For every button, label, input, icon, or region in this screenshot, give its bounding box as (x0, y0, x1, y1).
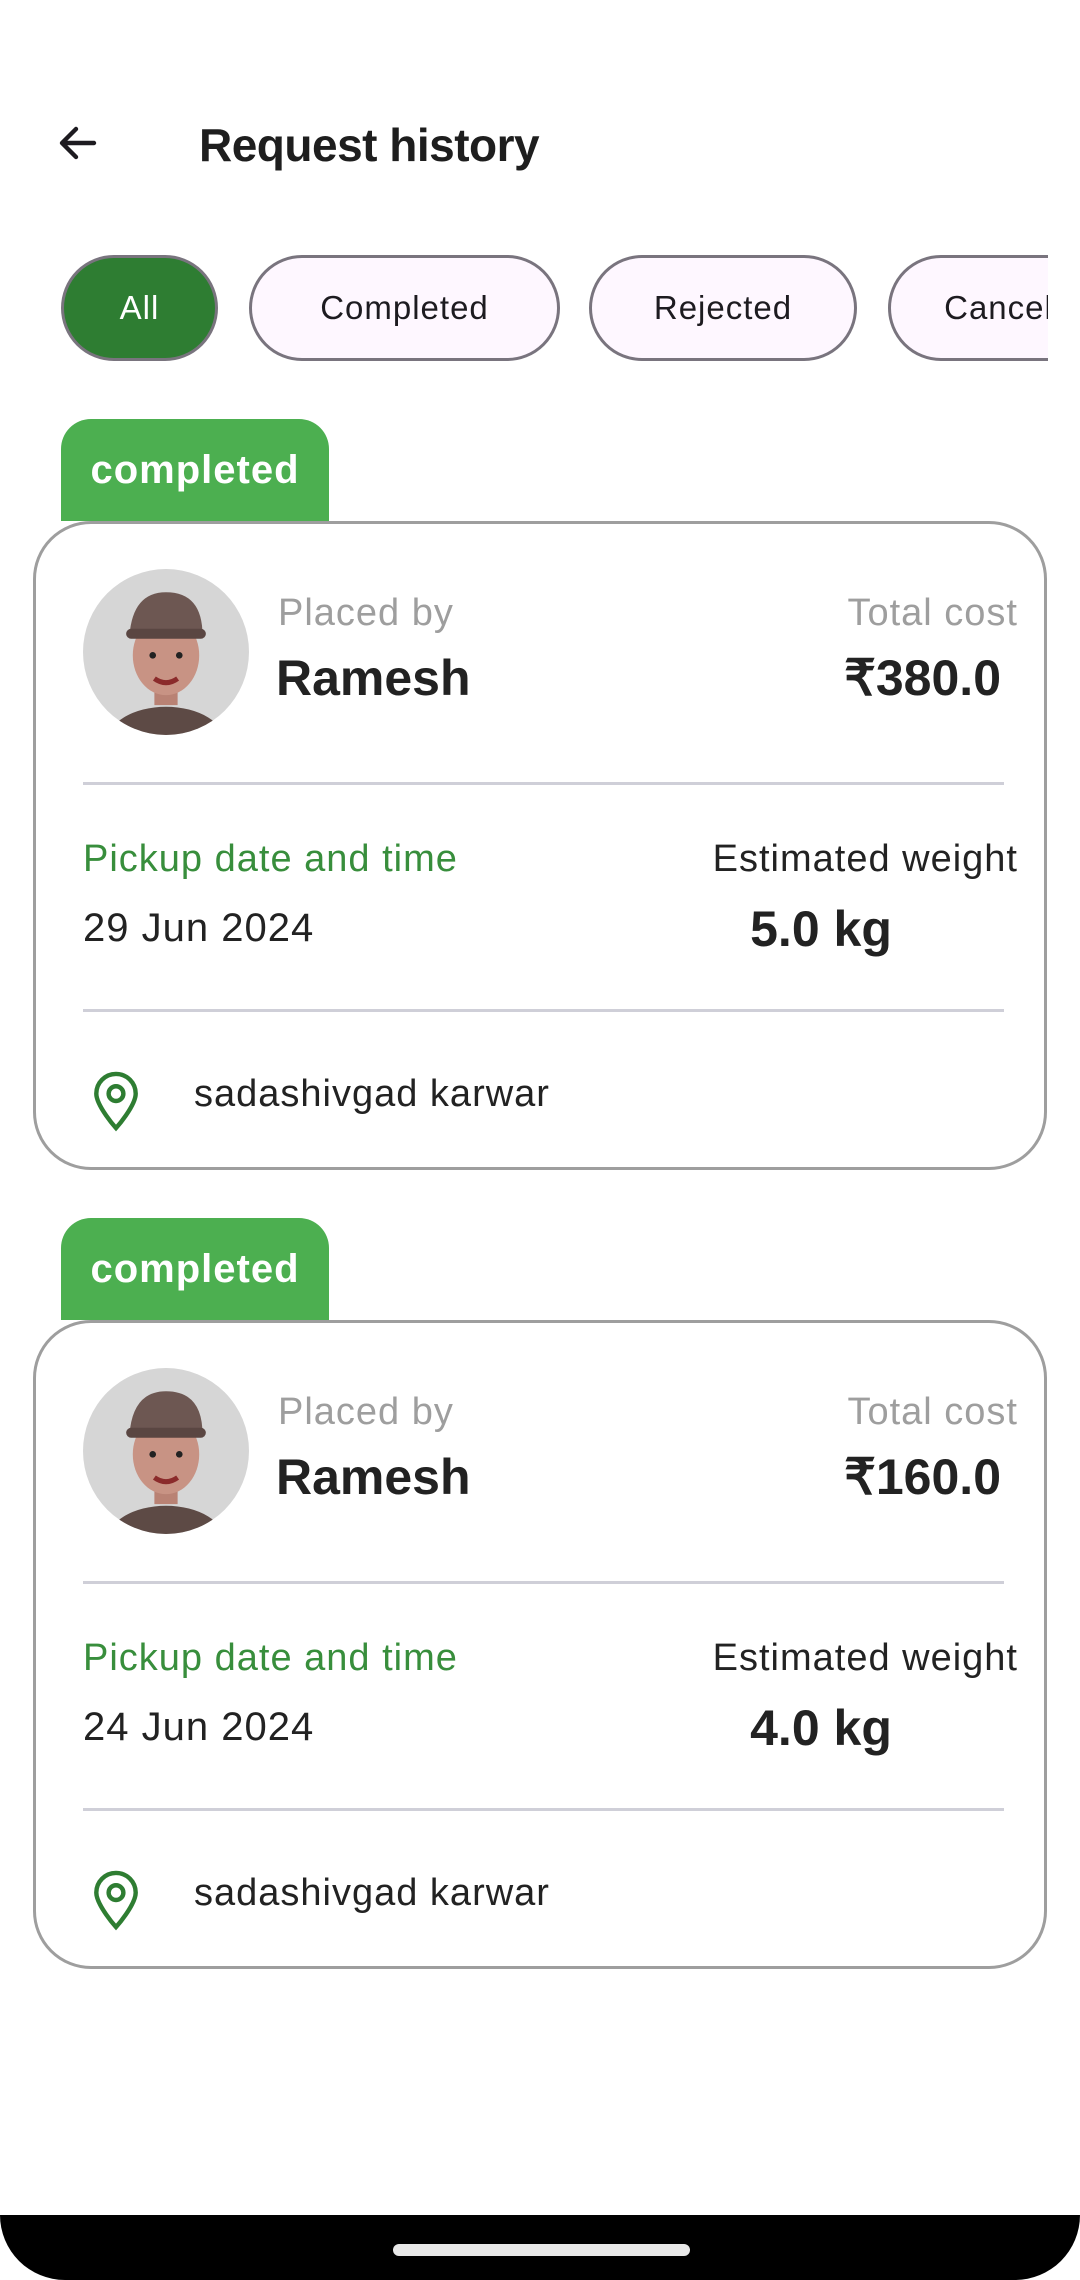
filter-chips: All Completed Rejected Cancelled (0, 240, 1048, 380)
status-badge: completed (61, 1218, 329, 1320)
weight-label: Estimated weight (712, 838, 1018, 880)
pickup-label: Pickup date and time (83, 838, 458, 880)
pickup-label: Pickup date and time (83, 1637, 458, 1679)
arrow-left-icon (59, 126, 97, 160)
location-text: sadashivgad karwar (194, 1872, 550, 1914)
avatar (83, 1368, 249, 1534)
weight-label: Estimated weight (712, 1637, 1018, 1679)
weight-value: 5.0 kg (750, 901, 892, 957)
filter-chip-completed[interactable]: Completed (249, 255, 560, 361)
total-cost-label: Total cost (847, 1391, 1018, 1433)
divider (83, 1808, 1004, 1811)
divider (83, 1009, 1004, 1012)
location-text: sadashivgad karwar (194, 1073, 550, 1115)
divider (83, 782, 1004, 785)
placed-by-label: Placed by (278, 592, 454, 634)
request-entry[interactable]: completed Placed by Ramesh Total cost ₹3… (0, 419, 1080, 1179)
request-card[interactable]: Placed by Ramesh Total cost ₹380.0 Picku… (33, 521, 1047, 1170)
home-indicator[interactable] (393, 2244, 690, 2256)
page-title: Request history (199, 119, 540, 171)
total-cost-label: Total cost (847, 592, 1018, 634)
placed-by-label: Placed by (278, 1391, 454, 1433)
filter-chip-cancelled[interactable]: Cancelled (888, 255, 1048, 361)
filter-chip-all[interactable]: All (61, 255, 218, 361)
location-pin-icon (94, 1870, 138, 1931)
customer-name: Ramesh (276, 1449, 471, 1505)
filter-chip-rejected[interactable]: Rejected (589, 255, 857, 361)
customer-name: Ramesh (276, 650, 471, 706)
pickup-date: 24 Jun 2024 (83, 1705, 315, 1749)
request-entry[interactable]: completed Placed by Ramesh Total cost ₹1… (0, 1218, 1080, 1978)
total-cost-value: ₹160.0 (844, 1449, 1001, 1505)
total-cost-value: ₹380.0 (844, 650, 1001, 706)
status-badge: completed (61, 419, 329, 521)
pickup-date: 29 Jun 2024 (83, 906, 315, 950)
divider (83, 1581, 1004, 1584)
weight-value: 4.0 kg (750, 1700, 892, 1756)
request-card[interactable]: Placed by Ramesh Total cost ₹160.0 Picku… (33, 1320, 1047, 1969)
location-pin-icon (94, 1071, 138, 1132)
avatar (83, 569, 249, 735)
back-button[interactable] (50, 115, 106, 171)
